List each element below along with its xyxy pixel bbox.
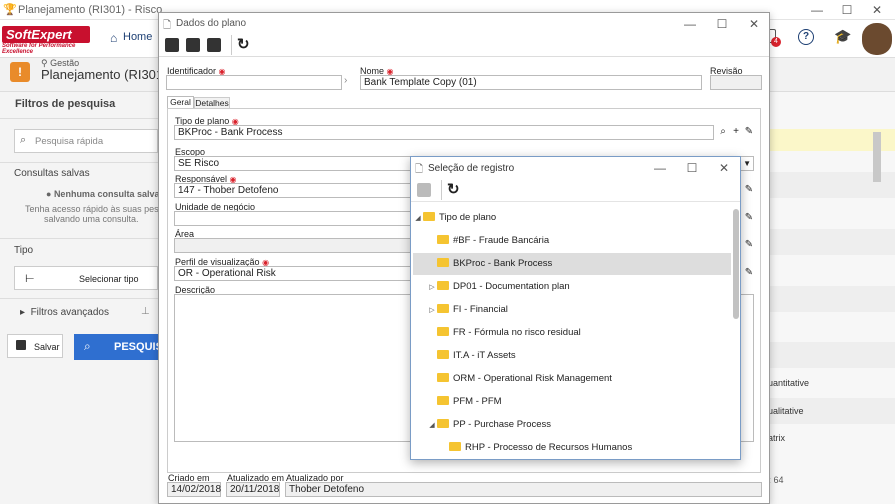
save-icon <box>16 340 26 350</box>
trophy-icon: 🏆 <box>3 4 17 16</box>
tree-item[interactable]: RHP - Processo de Recursos Humanos <box>413 437 731 459</box>
tree-item[interactable]: ▷ DP01 - Documentation plan <box>413 276 731 298</box>
folder-icon <box>437 372 449 382</box>
dialog-close-button[interactable]: ✕ <box>739 16 769 32</box>
tree-item[interactable]: PFM - PFM <box>413 391 731 413</box>
left-panel: Filtros de pesquisa ⌕ Pesquisa rápida Co… <box>0 92 171 504</box>
notification-badge: 4 <box>771 37 781 47</box>
minimize-button[interactable]: — <box>802 2 832 18</box>
tree-root[interactable]: ◢ Tipo de plano <box>413 207 731 229</box>
identifier-field[interactable] <box>166 75 342 90</box>
home-icon[interactable]: ⌂ <box>110 31 117 45</box>
softexpert-logo: SoftExpert Software for Performance Exce… <box>2 26 90 55</box>
revision-field <box>710 75 762 90</box>
dialog-title: Dados do plano <box>176 18 247 29</box>
eraser-icon[interactable]: ✎ <box>743 212 755 224</box>
folder-icon <box>437 280 449 290</box>
advanced-filters-toggle[interactable]: ▸ Filtros avançados <box>20 307 109 318</box>
dialog-maximize-button[interactable]: ☐ <box>707 16 737 32</box>
caret-down-icon: ◢ <box>415 215 421 222</box>
tree-item[interactable]: ▷ FI - Financial <box>413 299 731 321</box>
folder-icon <box>437 303 449 313</box>
home-link[interactable]: Home <box>123 31 152 43</box>
save-filter-button[interactable]: Salvar <box>7 334 63 358</box>
help-icon[interactable]: ? <box>798 29 814 45</box>
record-selection-popup: 🗋 Seleção de registro — ☐ ✕ ↻ ◢ Tipo de p… <box>410 156 741 460</box>
eraser-icon[interactable]: ✎ <box>743 267 755 279</box>
folder-icon <box>437 234 449 244</box>
eraser-icon[interactable]: ✎ <box>743 184 755 196</box>
folder-icon <box>449 441 461 451</box>
warning-icon: ! <box>10 62 30 82</box>
tree-view: ◢ Tipo de plano #BF - Fraude Bancária BKP… <box>411 207 740 459</box>
dialog-minimize-button[interactable]: — <box>675 16 705 32</box>
results-area: uantitative ualitative atrix s: 64 <box>758 92 895 504</box>
folder-icon <box>437 326 449 336</box>
tree-item[interactable]: ◢ PP - Purchase Process <box>413 414 731 436</box>
folder-icon <box>437 418 449 428</box>
popup-minimize-button[interactable]: — <box>645 160 675 176</box>
window-title: Planejamento (RI301) - Risco <box>18 4 163 16</box>
caret-right-icon: ▷ <box>429 307 435 314</box>
saved-queries-title: Consultas salvas <box>14 168 90 179</box>
tree-item[interactable]: FR - Fórmula no risco residual <box>413 322 731 344</box>
refresh-icon[interactable]: ↻ <box>237 35 250 53</box>
tree-item[interactable]: #BF - Fraude Bancária <box>413 230 731 252</box>
add-icon[interactable]: + <box>730 126 742 138</box>
filters-title: Filtros de pesquisa <box>15 98 116 110</box>
maximize-button[interactable]: ☐ <box>832 2 862 18</box>
tree-item-selected[interactable]: BKProc - Bank Process <box>413 253 731 275</box>
type-title: Tipo <box>14 245 34 256</box>
broom-icon[interactable]: ⊥ <box>141 306 150 317</box>
tree-item[interactable]: ORM - Operational Risk Management <box>413 368 731 390</box>
tab-general[interactable]: Geral <box>167 96 194 108</box>
folder-icon <box>437 257 449 267</box>
search-icon[interactable]: ⌕ <box>717 126 729 138</box>
search-icon: ⌕ <box>84 339 91 353</box>
tab-details[interactable]: Detalhes <box>194 97 230 108</box>
document-icon: 🗋 <box>415 164 424 175</box>
created-field: 14/02/2018 <box>167 482 221 497</box>
caret-right-icon: ▷ <box>429 284 435 291</box>
save-close-icon[interactable] <box>207 38 221 52</box>
save-new-icon[interactable] <box>186 38 200 52</box>
folder-icon <box>423 211 435 221</box>
select-type-button[interactable]: ⊢ Selecionar tipo <box>14 266 158 290</box>
tree-scrollbar[interactable] <box>733 209 739 319</box>
eraser-icon[interactable]: ✎ <box>743 239 755 251</box>
save-icon <box>417 183 431 197</box>
no-saved-queries: ● Nenhuma consulta salva. <box>46 189 162 199</box>
popup-title: Seleção de registro <box>428 163 515 174</box>
refresh-icon[interactable]: ↻ <box>447 180 460 198</box>
plan-type-field[interactable]: BKProc - Bank Process <box>174 125 714 140</box>
eraser-icon[interactable]: ✎ <box>743 126 755 138</box>
updated-field: 20/11/2018 <box>226 482 280 497</box>
search-button[interactable]: ⌕ PESQUISA <box>74 334 171 360</box>
quick-search-input[interactable]: ⌕ Pesquisa rápida <box>14 129 158 153</box>
hierarchy-icon: ⊢ <box>25 273 35 285</box>
search-icon: ⌕ <box>20 134 27 146</box>
folder-icon <box>437 349 449 359</box>
name-field[interactable]: Bank Template Copy (01) <box>360 75 702 90</box>
page-title: Planejamento (RI301) <box>41 67 168 82</box>
popup-close-button[interactable]: ✕ <box>709 160 739 176</box>
updated-by-field: Thober Detofeno <box>285 482 762 497</box>
popup-maximize-button[interactable]: ☐ <box>677 160 707 176</box>
folder-icon <box>437 395 449 405</box>
save-icon[interactable] <box>165 38 179 52</box>
close-button[interactable]: ✕ <box>862 2 892 18</box>
graduation-icon[interactable]: 🎓 <box>834 28 851 45</box>
tree-item[interactable]: IT.A - iT Assets <box>413 345 731 367</box>
arrow-right-icon[interactable]: › <box>344 75 347 86</box>
avatar[interactable] <box>862 23 892 55</box>
caret-down-icon: ◢ <box>429 422 435 429</box>
